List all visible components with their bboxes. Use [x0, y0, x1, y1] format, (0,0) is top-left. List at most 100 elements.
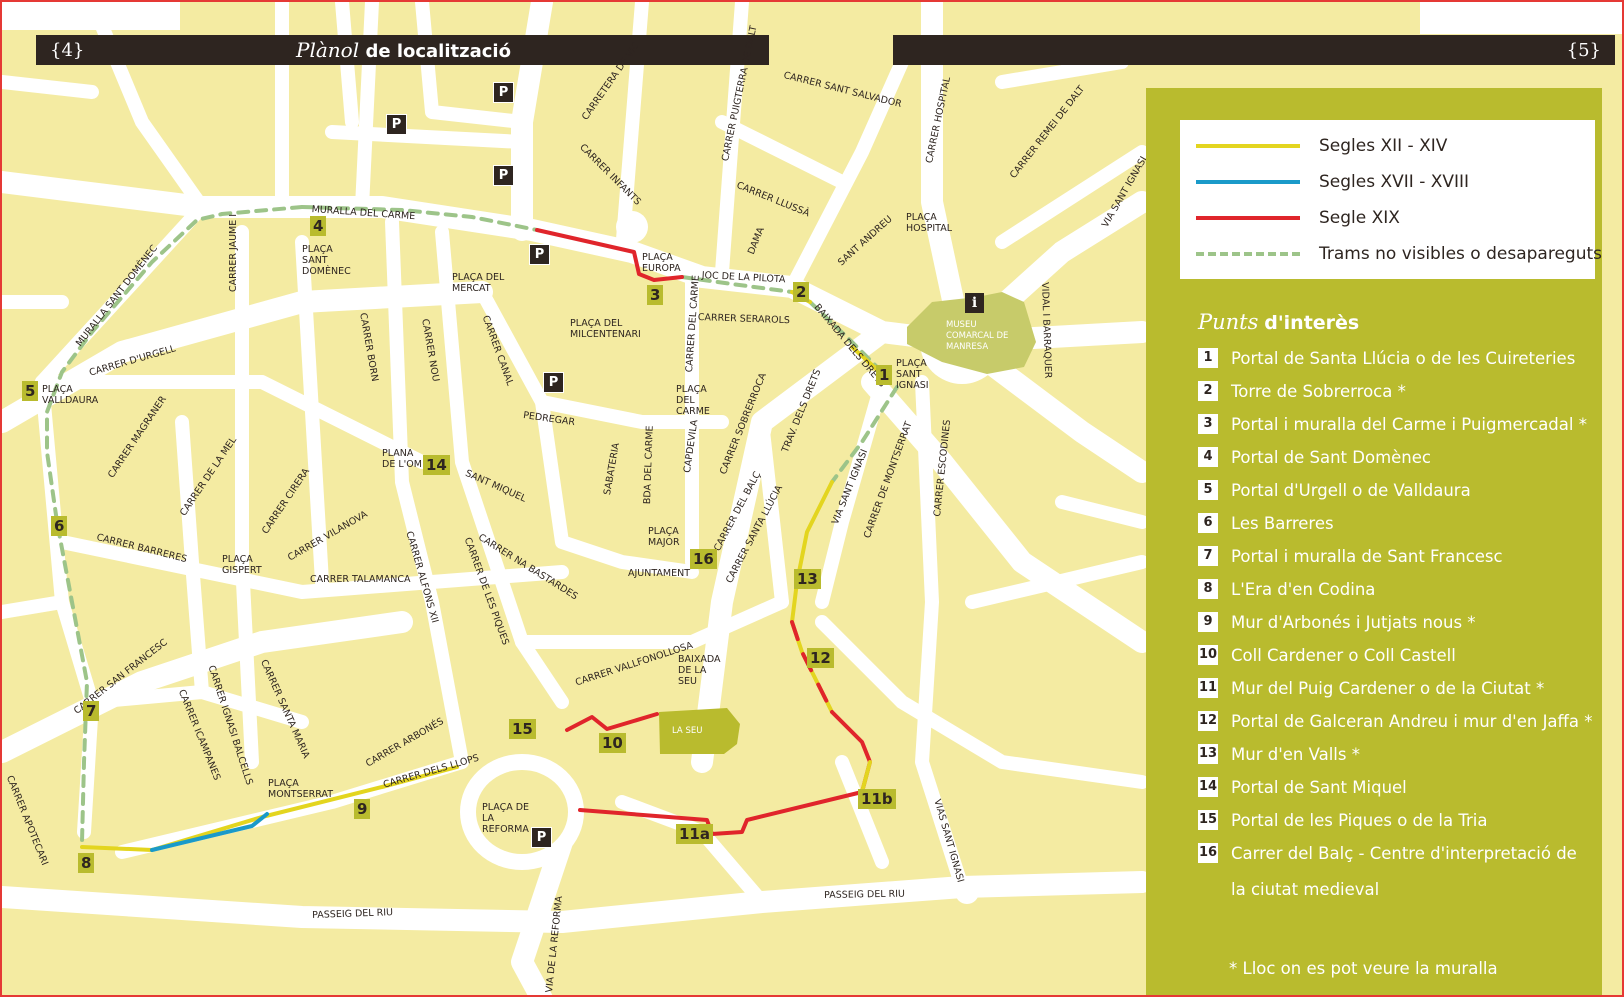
point-number: 15: [1198, 810, 1218, 830]
parking-icon[interactable]: P: [543, 372, 564, 393]
legend-swatch-yellow: [1196, 144, 1300, 148]
street-label: PLAÇA VALLDAURA: [42, 384, 99, 406]
map-marker-1[interactable]: 1: [876, 365, 893, 385]
list-item[interactable]: 3 Portal i muralla del Carme i Puigmercad…: [1198, 414, 1598, 436]
list-item[interactable]: 1 Portal de Santa Llúcia o de les Cuirete…: [1198, 348, 1598, 370]
list-item[interactable]: 12 Portal de Galceran Andreu i mur d'en J…: [1198, 711, 1598, 733]
points-list: 1 Portal de Santa Llúcia o de les Cuirete…: [1198, 348, 1598, 919]
list-item[interactable]: 10 Coll Cardener o Coll Castell: [1198, 645, 1598, 667]
map-marker-7[interactable]: 7: [83, 701, 100, 721]
list-item[interactable]: 8 L'Era d'en Codina: [1198, 579, 1598, 601]
parking-icon[interactable]: P: [529, 244, 550, 265]
point-number: 8: [1198, 579, 1218, 599]
legend-swatch-red: [1196, 216, 1300, 220]
street-network: [2, 2, 1153, 995]
legend-swatch-blue: [1196, 180, 1300, 184]
point-number: 9: [1198, 612, 1218, 632]
list-item[interactable]: 13 Mur d'en Valls *: [1198, 744, 1598, 766]
street-label: PLAÇA SANT DOMÈNEC: [302, 244, 351, 277]
point-label: Carrer del Balç - Centre d'interpretació…: [1231, 844, 1577, 899]
list-item[interactable]: 5 Portal d'Urgell o de Valldaura: [1198, 480, 1598, 502]
seu-label: LA SEU: [672, 726, 703, 736]
point-label: Portal d'Urgell o de Valldaura: [1231, 481, 1471, 500]
street-label: PLAÇA DEL MERCAT: [452, 272, 505, 294]
list-item[interactable]: 16 Carrer del Balç - Centre d'interpretac…: [1198, 843, 1598, 908]
street-label: AJUNTAMENT: [628, 568, 691, 579]
street-label: PLAÇA HOSPITAL: [906, 212, 953, 234]
list-item[interactable]: 9 Mur d'Arbonés i Jutjats nous *: [1198, 612, 1598, 634]
street-label: PLAÇA MAJOR: [648, 526, 680, 548]
map-marker-9[interactable]: 9: [354, 799, 371, 819]
list-item[interactable]: 6 Les Barreres: [1198, 513, 1598, 535]
map-marker-8[interactable]: 8: [78, 853, 95, 873]
legend-item: Trams no visibles o desapareguts: [1180, 236, 1602, 272]
point-label: Mur d'en Valls *: [1231, 745, 1360, 764]
parking-icon[interactable]: P: [531, 827, 552, 848]
map-marker-15[interactable]: 15: [509, 719, 536, 739]
legend-item: Segles XVII - XVIII: [1180, 164, 1595, 200]
footnote: * Lloc on es pot veure la muralla: [1229, 959, 1498, 978]
point-label: Mur d'Arbonés i Jutjats nous *: [1231, 613, 1476, 632]
point-number: 11: [1198, 678, 1218, 698]
street-label: CARRER TALAMANCA: [310, 574, 411, 585]
header-bar-left: {4} Plànol de localització: [36, 35, 769, 65]
map-marker-12[interactable]: 12: [807, 648, 834, 668]
list-item[interactable]: 7 Portal i muralla de Sant Francesc: [1198, 546, 1598, 568]
route-red-coll: [565, 712, 659, 732]
street-label: PASSEIG DEL RIU: [824, 888, 906, 901]
point-number: 12: [1198, 711, 1218, 731]
info-icon[interactable]: i: [965, 293, 984, 313]
point-number: 3: [1198, 414, 1218, 434]
map-marker-5[interactable]: 5: [22, 381, 39, 401]
map-marker-6[interactable]: 6: [51, 516, 68, 536]
map-marker-3[interactable]: 3: [647, 285, 664, 305]
map-marker-11a[interactable]: 11a: [676, 824, 713, 844]
list-item[interactable]: 14 Portal de Sant Miquel: [1198, 777, 1598, 799]
points-title: Punts d'interès: [1198, 310, 1359, 335]
page-number-left: {4}: [50, 39, 85, 61]
list-item[interactable]: 2 Torre de Sobrerroca *: [1198, 381, 1598, 403]
point-number: 5: [1198, 480, 1218, 500]
page-number-right: {5}: [1566, 39, 1601, 61]
point-label: L'Era d'en Codina: [1231, 580, 1376, 599]
street-label: BAIXADA DE LA SEU: [678, 654, 721, 687]
map-marker-13[interactable]: 13: [794, 569, 821, 589]
point-label: Portal de Santa Llúcia o de les Cuireter…: [1231, 349, 1576, 368]
point-label: Torre de Sobrerroca *: [1231, 382, 1406, 401]
point-label: Portal de Sant Domènec: [1231, 448, 1431, 467]
point-number: 4: [1198, 447, 1218, 467]
street-label: PLAÇA SANT IGNASI: [896, 358, 929, 391]
point-label: Portal de Sant Miquel: [1231, 778, 1407, 797]
point-label: Portal de les Piques o de la Tria: [1231, 811, 1488, 830]
point-label: Les Barreres: [1231, 514, 1334, 533]
point-label: Portal i muralla del Carme i Puigmercada…: [1231, 415, 1587, 434]
legend-label: Segles XVII - XVIII: [1319, 172, 1470, 192]
street-label: PLAÇA DEL MILCENTENARI: [570, 318, 641, 340]
street-label: CARRER JAUME I: [228, 213, 239, 292]
point-number: 1: [1198, 348, 1218, 368]
parking-icon[interactable]: P: [493, 165, 514, 186]
parking-icon[interactable]: P: [386, 114, 407, 135]
point-number: 16: [1198, 843, 1218, 863]
street-label: PLAÇA GISPERT: [222, 554, 262, 576]
legend-label: Segles XII - XIV: [1319, 136, 1448, 156]
list-item[interactable]: 15 Portal de les Piques o de la Tria: [1198, 810, 1598, 832]
legend-label: Segle XIX: [1319, 208, 1400, 228]
map-marker-2[interactable]: 2: [793, 282, 810, 302]
points-title-bold: d'interès: [1264, 312, 1360, 334]
list-item[interactable]: 4 Portal de Sant Domènec: [1198, 447, 1598, 469]
list-item[interactable]: 11 Mur del Puig Cardener o de la Ciutat *: [1198, 678, 1598, 700]
header-bar-right: {5}: [893, 35, 1615, 65]
map-marker-4[interactable]: 4: [310, 216, 327, 236]
legend-swatch-dashed: [1196, 252, 1300, 256]
title-italic: Plànol: [296, 38, 360, 62]
info-panel: Segles XII - XIV Segles XVII - XVIII Seg…: [1146, 88, 1602, 995]
map-marker-11b[interactable]: 11b: [858, 789, 896, 809]
map-marker-16[interactable]: 16: [690, 549, 717, 569]
map-marker-10[interactable]: 10: [599, 733, 626, 753]
map-marker-14[interactable]: 14: [423, 455, 450, 475]
legend-item: Segles XII - XIV: [1180, 128, 1595, 164]
points-title-italic: Punts: [1198, 310, 1259, 334]
parking-icon[interactable]: P: [493, 82, 514, 103]
point-number: 6: [1198, 513, 1218, 533]
